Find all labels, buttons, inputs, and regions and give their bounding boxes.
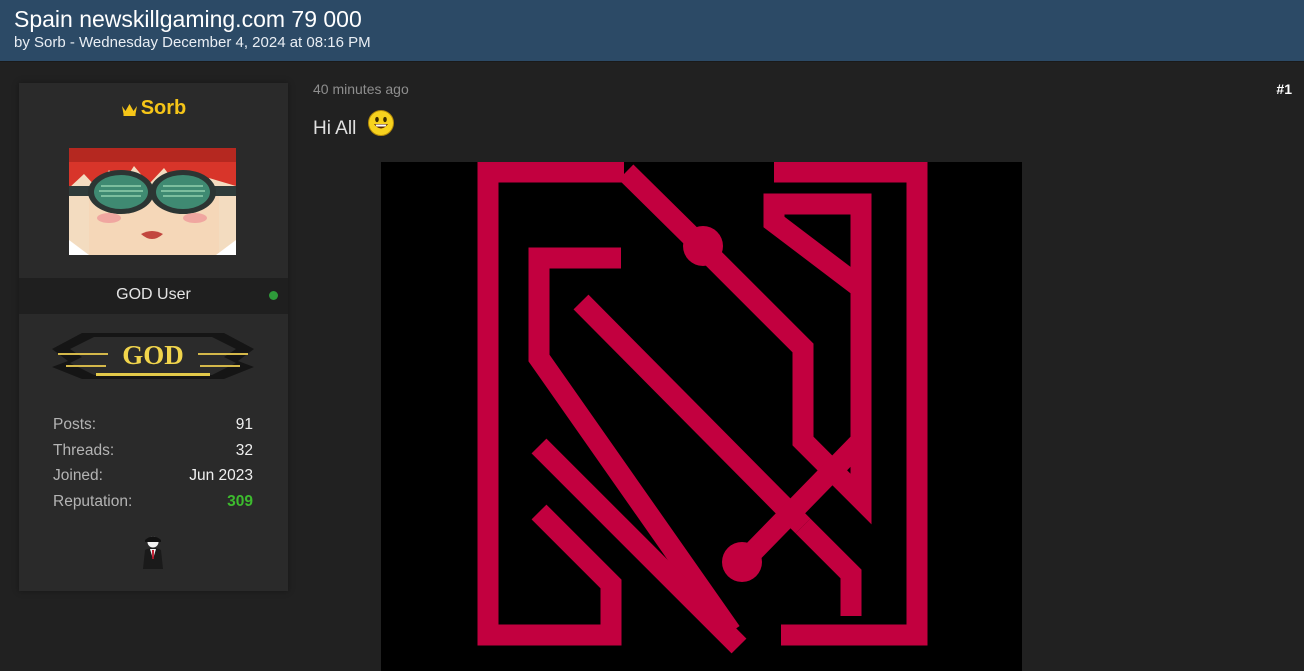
stat-label: Reputation: (53, 492, 133, 510)
stat-value: 91 (235, 416, 253, 433)
rank-badge-text: GOD (122, 340, 184, 370)
stat-value: Jun 2023 (189, 467, 253, 484)
rank-badge: GOD (52, 333, 254, 379)
post-image[interactable] (381, 162, 1022, 671)
newskill-logo-image (477, 162, 928, 654)
avatar-image (69, 148, 236, 255)
crown-icon (121, 104, 137, 116)
stat-threads: Threads: 32 (53, 442, 253, 468)
post-time[interactable]: 40 minutes ago (313, 81, 409, 97)
stat-label: Threads: (53, 441, 115, 459)
thread-title: Spain newskillgaming.com 79 000 (14, 6, 362, 32)
reputation-value[interactable]: 309 (227, 493, 253, 519)
user-title-bar: GOD User (19, 278, 288, 314)
stat-label: Joined: (53, 467, 103, 484)
stat-reputation: Reputation: 309 (53, 493, 253, 519)
stat-posts: Posts: 91 (53, 416, 253, 442)
stat-label: Posts: (53, 416, 97, 433)
user-stats: Posts: 91 Threads: 32 Joined: Jun 2023 R… (53, 416, 253, 518)
anonymous-award-icon[interactable] (141, 535, 165, 569)
online-dot-icon (269, 291, 278, 300)
thread-meta: by Sorb - Wednesday December 4, 2024 at … (14, 34, 371, 51)
post-text: Hi All (313, 118, 357, 139)
user-panel: Sorb GOD User GOD Posts: 91 Threads: 32 … (19, 83, 288, 591)
username[interactable]: Sorb (141, 97, 187, 119)
smiley-icon (368, 110, 394, 136)
stat-value: 32 (235, 441, 253, 459)
username-row[interactable]: Sorb (19, 97, 288, 120)
thread-header: Spain newskillgaming.com 79 000 by Sorb … (0, 0, 1304, 62)
avatar[interactable] (69, 148, 236, 255)
stat-joined: Joined: Jun 2023 (53, 467, 253, 493)
post-number-link[interactable]: #1 (1260, 81, 1292, 97)
user-title: GOD User (116, 286, 191, 303)
